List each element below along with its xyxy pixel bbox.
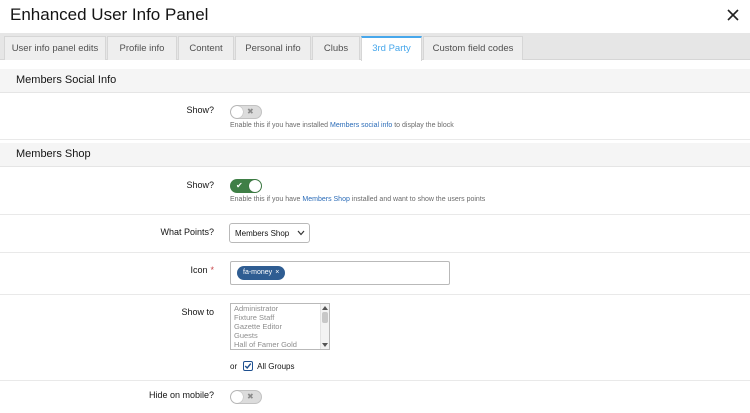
section-members-shop: Members Shop xyxy=(0,143,750,167)
tab-user-info-panel-edits[interactable]: User info panel edits xyxy=(4,36,106,60)
social-show-toggle[interactable]: ✖ xyxy=(230,105,262,119)
icon-label-text: Icon xyxy=(190,265,208,275)
check-icon: ✔ xyxy=(236,181,243,190)
hide-mobile-toggle[interactable]: ✖ xyxy=(230,390,262,404)
tag-label: fa-money xyxy=(243,269,273,276)
form-row-what-points: What Points? Members Shop xyxy=(0,215,750,253)
groups-listbox[interactable]: Administrator Fixture Staff Gazette Edit… xyxy=(230,303,330,350)
tag-remove-icon[interactable]: × xyxy=(275,269,279,276)
group-option[interactable]: Hall of Famer Gold xyxy=(231,340,329,349)
field-hint: Enable this if you have installed Member… xyxy=(230,122,454,129)
tab-clubs[interactable]: Clubs xyxy=(312,36,360,60)
hint-text: Enable this if you have xyxy=(230,196,303,203)
toggle-knob xyxy=(249,180,261,192)
toggle-knob xyxy=(231,391,243,403)
close-button[interactable] xyxy=(722,4,744,26)
tab-bar: User info panel edits Profile info Conte… xyxy=(0,33,750,61)
field-hint: Enable this if you have Members Shop ins… xyxy=(230,196,485,203)
what-points-select[interactable]: Members Shop xyxy=(229,223,310,243)
members-shop-link[interactable]: Members Shop xyxy=(302,196,349,203)
chevron-down-icon xyxy=(297,230,305,236)
form-row-social-show: Show? ✖ Enable this if you have installe… xyxy=(0,94,750,140)
group-option[interactable]: Administrator xyxy=(231,304,329,313)
required-marker: * xyxy=(210,265,214,275)
field-label: Show? xyxy=(186,180,214,190)
form-row-hide-mobile: Hide on mobile? ✖ xyxy=(0,381,750,413)
field-label: Icon * xyxy=(190,265,214,275)
section-members-social-info: Members Social Info xyxy=(0,69,750,93)
modal-title: Enhanced User Info Panel xyxy=(10,5,209,24)
shop-show-toggle[interactable]: ✔ xyxy=(230,179,262,193)
hint-text: to display the block xyxy=(392,122,454,129)
tab-content[interactable]: Content xyxy=(178,36,234,60)
field-label: Hide on mobile? xyxy=(148,390,214,400)
form-row-shop-show: Show? ✔ Enable this if you have Members … xyxy=(0,168,750,215)
members-social-info-link[interactable]: Members social info xyxy=(330,122,392,129)
modal-header: Enhanced User Info Panel xyxy=(0,0,750,33)
toggle-knob xyxy=(231,106,243,118)
all-groups-line: or All Groups xyxy=(230,361,295,371)
section-title: Members Social Info xyxy=(16,74,117,86)
x-mark-icon: ✖ xyxy=(247,107,254,116)
hint-text: installed and want to show the users poi… xyxy=(349,196,486,203)
scroll-thumb[interactable] xyxy=(322,312,328,323)
group-option[interactable]: Guests xyxy=(231,331,329,340)
group-option[interactable]: Fixture Staff xyxy=(231,313,329,322)
listbox-scrollbar[interactable] xyxy=(320,304,329,349)
field-label: Show? xyxy=(186,105,214,115)
check-icon xyxy=(245,363,252,370)
tab-profile-info[interactable]: Profile info xyxy=(107,36,177,60)
scroll-up-icon[interactable] xyxy=(322,306,328,310)
icon-tag-input[interactable]: fa-money × xyxy=(230,261,450,285)
or-text: or xyxy=(230,362,238,371)
x-mark-icon: ✖ xyxy=(247,392,254,401)
all-groups-label[interactable]: All Groups xyxy=(257,362,294,371)
tab-custom-field-codes[interactable]: Custom field codes xyxy=(423,36,523,60)
all-groups-checkbox[interactable] xyxy=(243,361,254,371)
hint-text: Enable this if you have installed xyxy=(230,122,331,129)
form-row-icon: Icon * fa-money × xyxy=(0,253,750,295)
group-option[interactable]: Gazette Editor xyxy=(231,322,329,331)
tab-personal-info[interactable]: Personal info xyxy=(235,36,311,60)
tab-3rd-party[interactable]: 3rd Party xyxy=(361,36,422,61)
section-title: Members Shop xyxy=(16,148,91,160)
close-icon[interactable] xyxy=(722,4,744,26)
field-label: Show to xyxy=(181,307,214,317)
icon-tag[interactable]: fa-money × xyxy=(237,266,286,280)
form-row-show-to: Show to Administrator Fixture Staff Gaze… xyxy=(0,295,750,381)
select-value: Members Shop xyxy=(235,229,290,238)
scroll-down-icon[interactable] xyxy=(322,343,328,347)
field-label: What Points? xyxy=(160,227,214,237)
